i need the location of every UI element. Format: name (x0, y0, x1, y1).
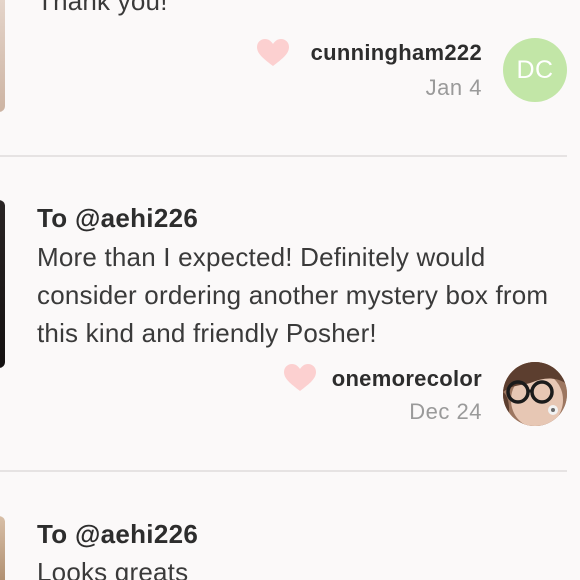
avatar-initials: DC (516, 55, 554, 84)
listing-thumbnail[interactable] (0, 0, 5, 112)
avatar-photo (503, 362, 567, 426)
reviewer-username[interactable]: onemorecolor (332, 366, 482, 392)
avatar[interactable] (503, 362, 567, 426)
heart-icon[interactable] (256, 38, 290, 68)
divider (0, 155, 567, 157)
review-date: Jan 4 (425, 75, 482, 100)
listing-thumbnail[interactable] (0, 516, 5, 580)
heart-icon[interactable] (283, 363, 317, 393)
review-text: More than I expected! Definitely would c… (37, 242, 549, 348)
avatar[interactable]: DC (503, 38, 567, 102)
divider (0, 470, 567, 472)
listing-thumbnail[interactable] (0, 200, 5, 368)
review-recipient[interactable]: To @aehi226 (37, 203, 198, 234)
review-recipient[interactable]: To @aehi226 (37, 519, 198, 550)
review-date: Dec 24 (409, 399, 482, 424)
reviewer-username[interactable]: cunningham222 (311, 40, 482, 66)
review-text: Thank you! (37, 0, 168, 16)
review-feed: Thank you! cunningham222 Jan 4 DC To @ae… (0, 0, 580, 580)
review-text: Looks greats (37, 557, 189, 580)
